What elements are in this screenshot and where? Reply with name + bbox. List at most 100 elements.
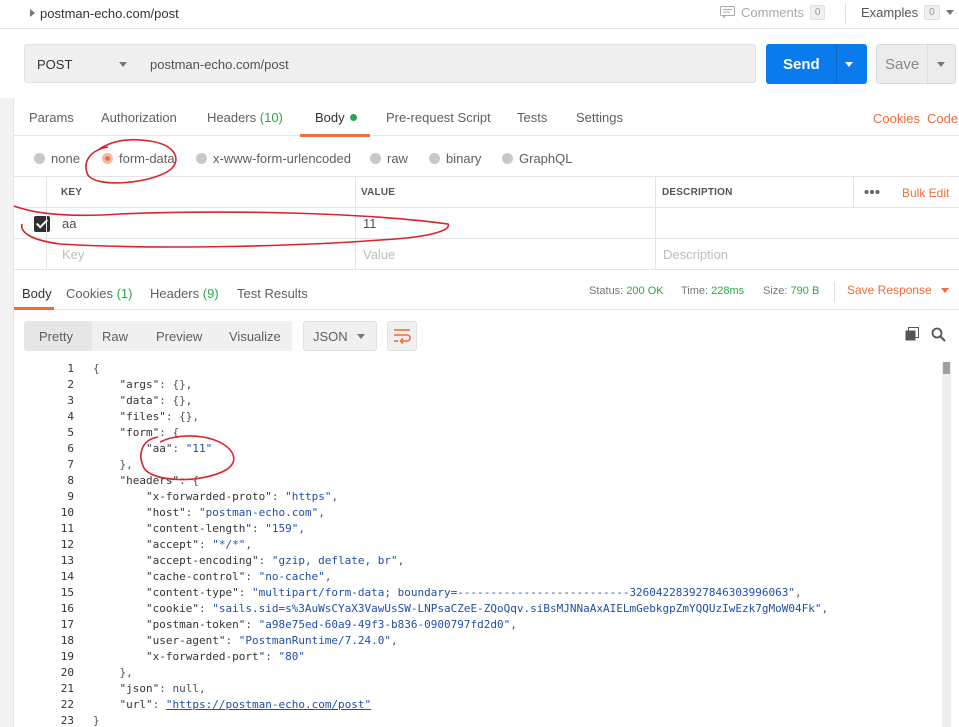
radio-circle-icon: [429, 153, 440, 164]
response-tabs: Body Cookies (1) Headers (9) Test Result…: [14, 276, 959, 310]
tab-headers[interactable]: Headers (10): [207, 110, 283, 125]
new-description-input[interactable]: Description: [663, 247, 728, 262]
send-options-chevron-icon[interactable]: [845, 62, 853, 67]
row-key-cell[interactable]: aa: [62, 216, 76, 231]
radio-graphql[interactable]: GraphQL: [502, 151, 572, 166]
format-visualize-button[interactable]: Visualize: [229, 329, 281, 344]
line-number: 8: [67, 474, 74, 487]
tab-authorization[interactable]: Authorization: [101, 110, 177, 125]
response-tab-headers[interactable]: Headers (9): [150, 286, 219, 301]
radio-binary[interactable]: binary: [429, 151, 481, 166]
format-raw-button[interactable]: Raw: [102, 329, 128, 344]
code-line: },: [93, 458, 133, 471]
response-tab-cookies-label: Cookies: [66, 286, 113, 301]
chevron-down-icon: [119, 62, 127, 67]
radio-urlencoded-label: x-www-form-urlencoded: [213, 151, 351, 166]
code-line: "aa": "11": [145, 442, 213, 455]
radio-none-label: none: [51, 151, 80, 166]
column-divider: [355, 176, 356, 270]
code-line: "data": {},: [119, 394, 193, 407]
radio-x-www-form-urlencoded[interactable]: x-www-form-urlencoded: [196, 151, 351, 166]
request-url-input[interactable]: postman-echo.com/post: [139, 44, 756, 83]
code-line: "headers": {: [119, 474, 199, 487]
tab-params[interactable]: Params: [29, 110, 74, 125]
response-format-toolbar: Pretty Raw Preview Visualize: [24, 321, 292, 351]
tab-tests[interactable]: Tests: [517, 110, 547, 125]
tab-prerequest-script[interactable]: Pre-request Script: [386, 110, 491, 125]
table-row: aa 11: [14, 208, 959, 239]
line-number: 3: [67, 394, 74, 407]
line-number: 21: [60, 682, 74, 695]
bulk-edit-link[interactable]: Bulk Edit: [902, 186, 949, 200]
line-number: 17: [60, 618, 74, 631]
http-method-select[interactable]: POST: [24, 44, 140, 83]
response-time: Time: 228ms: [681, 285, 744, 297]
radio-circle-icon: [370, 153, 381, 164]
save-options-chevron-icon[interactable]: [937, 62, 945, 67]
divider: [927, 45, 928, 83]
tab-body[interactable]: Body: [315, 110, 357, 125]
radio-raw[interactable]: raw: [370, 151, 408, 166]
request-tabs: Params Authorization Headers (10) Body P…: [14, 98, 959, 136]
code-line: {: [93, 362, 100, 375]
search-icon[interactable]: [931, 327, 946, 342]
status-label: Status:: [589, 285, 624, 297]
code-line: "cache-control": "no-cache",: [145, 570, 332, 583]
request-breadcrumb[interactable]: postman-echo.com/post: [40, 6, 179, 21]
radio-graphql-label: GraphQL: [519, 151, 573, 166]
response-language-select[interactable]: JSON: [303, 321, 377, 351]
cookies-link[interactable]: Cookies: [873, 111, 920, 126]
code-line: "cookie": "sails.sid=s%3AuWsCYaX3VawUsSW…: [145, 602, 829, 615]
examples-button[interactable]: Examples 0: [861, 5, 954, 20]
response-tab-body[interactable]: Body: [22, 286, 52, 301]
table-row-new: Key Value Description: [14, 239, 959, 270]
save-response-button[interactable]: Save Response: [847, 283, 932, 297]
radio-circle-icon: [196, 153, 207, 164]
code-line: "accept-encoding": "gzip, deflate, br",: [145, 554, 405, 567]
divider: [836, 44, 837, 84]
format-preview-button[interactable]: Preview: [156, 329, 202, 344]
save-button[interactable]: Save: [876, 44, 956, 84]
more-options-icon[interactable]: [864, 189, 880, 195]
tab-settings[interactable]: Settings: [576, 110, 623, 125]
copy-icon[interactable]: [905, 327, 919, 341]
code-line: "x-forwarded-port": "80": [145, 650, 305, 663]
line-number: 16: [60, 602, 74, 615]
line-number: 13: [60, 554, 74, 567]
time-label: Time:: [681, 285, 709, 297]
response-code-viewer[interactable]: 1 {2 "args": {}, 3 "data": {}, 4 "files": {…: [14, 360, 959, 727]
radio-form-data-label: form-data: [119, 151, 175, 166]
new-key-input[interactable]: Key: [62, 247, 84, 262]
code-line: "x-forwarded-proto": "https",: [145, 490, 339, 503]
active-tab-indicator: [14, 307, 54, 310]
new-value-input[interactable]: Value: [363, 247, 395, 262]
row-enabled-checkbox[interactable]: [34, 216, 50, 232]
code-line: "json": null,: [119, 682, 206, 695]
wrap-lines-button[interactable]: [387, 321, 417, 351]
divider: [845, 3, 846, 23]
line-number: 5: [67, 426, 74, 439]
row-value-cell[interactable]: 11: [363, 216, 377, 231]
send-button[interactable]: Send: [766, 44, 867, 84]
comments-button[interactable]: Comments 0: [720, 5, 826, 20]
line-number: 12: [60, 538, 74, 551]
line-number: 11: [60, 522, 74, 535]
table-header: KEY VALUE DESCRIPTION Bulk Edit: [14, 176, 959, 208]
radio-form-data[interactable]: form-data: [102, 151, 175, 166]
radio-circle-icon: [34, 153, 45, 164]
expand-caret-icon[interactable]: [30, 9, 35, 17]
status-value: 200 OK: [626, 285, 664, 297]
radio-none[interactable]: none: [34, 151, 80, 166]
body-type-options: none form-data x-www-form-urlencoded raw…: [14, 137, 959, 175]
response-tab-cookies[interactable]: Cookies (1): [66, 286, 132, 301]
response-tab-test-results[interactable]: Test Results: [237, 286, 308, 301]
code-link[interactable]: Code: [927, 111, 958, 126]
format-pretty-button[interactable]: Pretty: [39, 329, 73, 344]
code-line: }: [93, 714, 100, 727]
time-value: 228ms: [711, 285, 745, 297]
code-line: "accept": "*/*",: [145, 538, 252, 551]
column-header-description: DESCRIPTION: [662, 187, 733, 198]
line-number: 4: [67, 410, 74, 423]
save-response-chevron-icon[interactable]: [941, 288, 949, 293]
request-title-bar: postman-echo.com/post Comments 0 Example…: [0, 0, 959, 28]
